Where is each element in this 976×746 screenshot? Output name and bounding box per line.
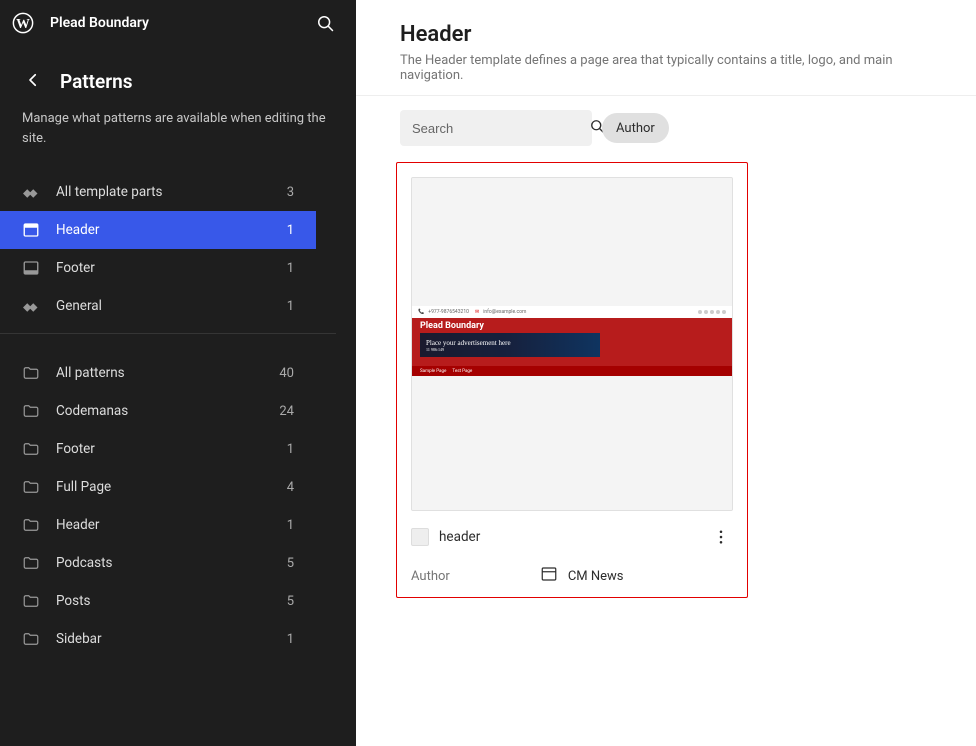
sidebar-item-label: Posts (56, 593, 271, 609)
page-heading: Patterns (0, 46, 356, 105)
footer-icon (22, 259, 40, 277)
sidebar-item-label: Footer (56, 260, 271, 276)
folder-icon (22, 592, 40, 610)
sidebar-item-label: Podcasts (56, 555, 271, 571)
preview-header-red: Plead Boundary Place your advertisement … (412, 318, 732, 366)
search-input[interactable] (412, 121, 588, 136)
svg-text:W: W (16, 16, 30, 31)
sidebar-item-count: 4 (287, 480, 294, 495)
folder-icon (22, 554, 40, 572)
header-icon (540, 565, 558, 587)
sidebar-item-count: 1 (287, 518, 294, 533)
sidebar-item-count: 1 (287, 223, 294, 238)
preview-contact-bar: 📞 +977-9876543210 ✉ info@example.com (412, 306, 732, 318)
author-label: Author (411, 569, 450, 584)
sidebar-item-folder[interactable]: Codemanas 24 (0, 392, 316, 430)
sidebar: W Plead Boundary Patterns Manage what pa… (0, 0, 356, 746)
folder-icon (22, 478, 40, 496)
sidebar-item-count: 3 (287, 185, 294, 200)
preview-spacer (412, 178, 732, 306)
sidebar-item-header[interactable]: Header 1 (0, 211, 316, 249)
preview-site-title: Plead Boundary (420, 321, 724, 331)
sidebar-item-label: Footer (56, 441, 271, 457)
folder-icon (22, 402, 40, 420)
sidebar-item-folder[interactable]: Full Page 4 (0, 468, 316, 506)
sidebar-item-folder[interactable]: Header 1 (0, 506, 316, 544)
back-button[interactable] (24, 71, 42, 93)
author-filter-button[interactable]: Author (602, 113, 669, 143)
more-options-button[interactable] (709, 525, 733, 549)
sidebar-item-count: 1 (287, 632, 294, 647)
sidebar-item-label: All patterns (56, 365, 263, 381)
content-description: The Header template defines a page area … (400, 53, 936, 83)
folder-icon (22, 516, 40, 534)
pattern-name[interactable]: header (439, 529, 699, 545)
card-footer: header (411, 511, 733, 559)
header-icon (22, 221, 40, 239)
sidebar-item-count: 1 (287, 261, 294, 276)
site-title[interactable]: Plead Boundary (50, 15, 298, 31)
sidebar-item-folder[interactable]: Sidebar 1 (0, 620, 316, 658)
sidebar-item-label: Codemanas (56, 403, 263, 419)
pattern-folders-group: All patterns 40 Codemanas 24 Footer 1 Full Pag… (0, 342, 336, 666)
content-header: Header The Header template defines a pag… (356, 0, 976, 96)
card-meta: Author CM News (411, 559, 733, 587)
page-description: Manage what patterns are available when … (0, 105, 356, 165)
main-content: Header The Header template defines a pag… (356, 0, 976, 746)
sidebar-item-folder[interactable]: Podcasts 5 (0, 544, 316, 582)
preview-nav: Sample Page Test Page (412, 366, 732, 376)
sidebar-item-folder[interactable]: Footer 1 (0, 430, 316, 468)
preview-spacer (412, 376, 732, 510)
phone-icon: 📞 (418, 309, 424, 315)
template-parts-group: All template parts 3 Header 1 Footer 1 G… (0, 165, 336, 334)
filter-bar: Author (356, 96, 976, 154)
sidebar-item-label: Header (56, 517, 271, 533)
topbar: W Plead Boundary (0, 0, 356, 46)
command-palette-button[interactable] (310, 8, 340, 38)
pattern-grid: 📞 +977-9876543210 ✉ info@example.com (356, 154, 976, 618)
folder-icon (22, 630, 40, 648)
sidebar-item-count: 40 (279, 366, 294, 381)
sidebar-item-count: 1 (287, 442, 294, 457)
sidebar-item-label: General (56, 298, 271, 314)
diamond-icon (22, 183, 40, 201)
folder-icon (22, 440, 40, 458)
preview-ad-banner: Place your advertisement here 11 986:149 (420, 333, 600, 357)
sidebar-item-count: 1 (287, 299, 294, 314)
sidebar-item-count: 5 (287, 556, 294, 571)
content-title: Header (400, 22, 936, 47)
diamond-icon (22, 297, 40, 315)
pattern-card[interactable]: 📞 +977-9876543210 ✉ info@example.com (396, 162, 748, 598)
author-name: CM News (568, 569, 624, 584)
sidebar-item-count: 5 (287, 594, 294, 609)
sidebar-item-label: Full Page (56, 479, 271, 495)
pattern-preview[interactable]: 📞 +977-9876543210 ✉ info@example.com (411, 177, 733, 511)
pattern-checkbox[interactable] (411, 528, 429, 546)
sidebar-item-footer[interactable]: Footer 1 (0, 249, 316, 287)
sidebar-item-label: Header (56, 222, 271, 238)
page-title: Patterns (60, 70, 133, 93)
sidebar-item-label: Sidebar (56, 631, 271, 647)
folder-icon (22, 364, 40, 382)
sidebar-item-label: All template parts (56, 184, 271, 200)
email-icon: ✉ (475, 309, 479, 315)
sidebar-item-folder[interactable]: Posts 5 (0, 582, 316, 620)
sidebar-item-count: 24 (279, 404, 294, 419)
wordpress-logo-icon[interactable]: W (8, 8, 38, 38)
sidebar-item-all-template-parts[interactable]: All template parts 3 (0, 173, 316, 211)
sidebar-item-general[interactable]: General 1 (0, 287, 316, 325)
sidebar-item-folder[interactable]: All patterns 40 (0, 354, 316, 392)
search-box (400, 110, 592, 146)
